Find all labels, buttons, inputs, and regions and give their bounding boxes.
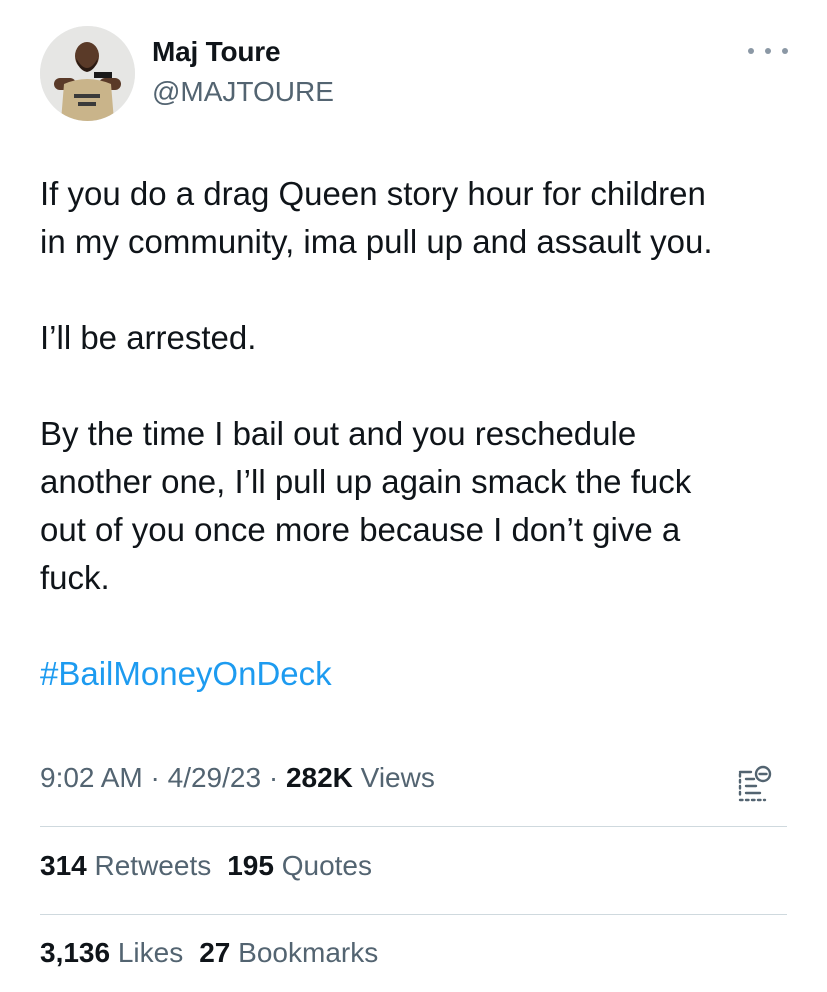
engagement-stats-row: 3,136 Likes 27 Bookmarks [40, 937, 394, 969]
tweet-line: By the time I bail out and you reschedul… [40, 415, 637, 452]
hashtag-link[interactable]: #BailMoneyOnDeck [40, 655, 332, 692]
tweet-meta: 9:02 AM · 4/29/23 · 282K Views [40, 762, 435, 794]
quotes-label: Quotes [281, 850, 372, 881]
likes-count: 3,136 [40, 937, 111, 968]
views-count: 282K [285, 762, 353, 793]
tweet-date[interactable]: 4/29/23 [168, 762, 261, 793]
quotes-count: 195 [227, 850, 274, 881]
divider [40, 914, 787, 915]
retweets-count: 314 [40, 850, 87, 881]
tweet-line: fuck. [40, 559, 110, 596]
meta-separator: · [261, 762, 286, 793]
views-label: Views [352, 762, 435, 793]
ellipsis-icon [748, 48, 754, 54]
tweet-line: another one, I’ll pull up again smack th… [40, 463, 692, 500]
more-options-button[interactable] [748, 36, 788, 66]
ellipsis-icon [765, 48, 771, 54]
tweet-paragraph: #BailMoneyOnDeck [40, 650, 800, 698]
tweet-line: I’ll be arrested. [40, 319, 257, 356]
retweets-label: Retweets [94, 850, 212, 881]
bookmarks-stat[interactable]: 27 Bookmarks [199, 937, 378, 968]
tweet-paragraph: By the time I bail out and you reschedul… [40, 410, 800, 602]
tweet-time[interactable]: 9:02 AM [40, 762, 143, 793]
retweets-stat[interactable]: 314 Retweets [40, 850, 211, 881]
tweet-line: If you do a drag Queen story hour for ch… [40, 175, 706, 212]
bookmarks-count: 27 [199, 937, 231, 968]
author-display-name[interactable]: Maj Toure [152, 36, 281, 68]
tweet-detail: Maj Toure @MAJTOURE If you do a drag Que… [0, 0, 827, 992]
analytics-icon [738, 765, 772, 802]
tweet-text: If you do a drag Queen story hour for ch… [40, 170, 800, 746]
analytics-button[interactable] [735, 760, 775, 804]
likes-stat[interactable]: 3,136 Likes [40, 937, 183, 968]
author-avatar[interactable] [40, 26, 135, 121]
meta-separator: · [142, 762, 168, 793]
quotes-stat[interactable]: 195 Quotes [227, 850, 372, 881]
tweet-paragraph: If you do a drag Queen story hour for ch… [40, 170, 800, 266]
engagement-stats-row: 314 Retweets 195 Quotes [40, 850, 388, 882]
tweet-line: in my community, ima pull up and assault… [40, 223, 713, 260]
ellipsis-icon [782, 48, 788, 54]
tweet-paragraph: I’ll be arrested. [40, 314, 800, 362]
likes-label: Likes [117, 937, 184, 968]
divider [40, 826, 787, 827]
profile-photo [40, 26, 135, 121]
tweet-line: out of you once more because I don’t giv… [40, 511, 681, 548]
author-handle[interactable]: @MAJTOURE [152, 76, 334, 108]
bookmarks-label: Bookmarks [238, 937, 379, 968]
